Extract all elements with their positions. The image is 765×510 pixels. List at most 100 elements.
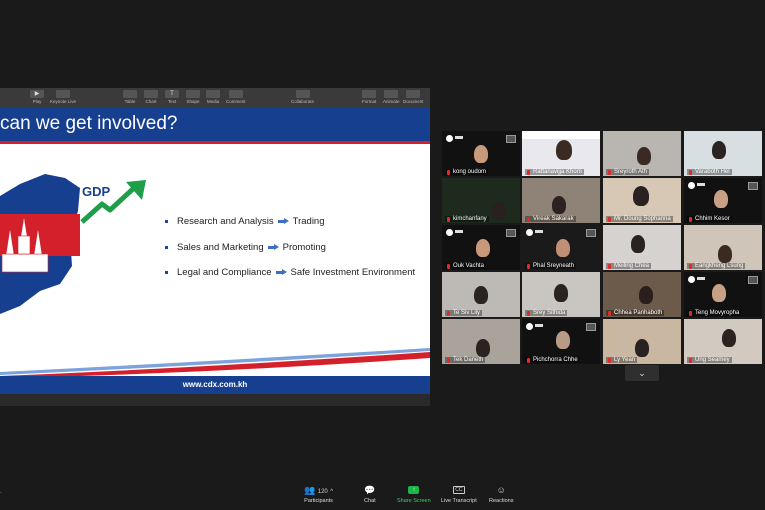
- toolbar-animate[interactable]: Animate: [383, 90, 400, 104]
- participant-face: [474, 286, 488, 304]
- toolbar-text[interactable]: T Text: [165, 90, 179, 104]
- logo-text-icon: [535, 230, 543, 233]
- participant-tile[interactable]: Tek Daneth: [442, 319, 520, 364]
- logo-text-icon: [455, 230, 463, 233]
- participant-name: Srey Sithida: [525, 310, 568, 316]
- participant-tile[interactable]: Rattanavijja Khom: [522, 131, 600, 176]
- tile-banner: [522, 131, 600, 139]
- participant-face: [714, 190, 728, 208]
- toolbar-media[interactable]: Media: [206, 90, 220, 104]
- participant-name: Tek Daneth: [445, 357, 486, 363]
- mic-muted-icon: [608, 263, 611, 269]
- logo-text-icon: [455, 136, 463, 139]
- toolbar-table[interactable]: Table: [123, 90, 137, 104]
- participant-tile[interactable]: Vireak Sakarak: [522, 178, 600, 223]
- toolbar-comment[interactable]: Comment: [226, 90, 246, 104]
- participant-tile[interactable]: Pichchorra Chhe: [522, 319, 600, 364]
- logo-icon: [446, 229, 453, 236]
- format-icon: [362, 90, 377, 98]
- participants-button[interactable]: 👥 120 ^ Participants: [304, 484, 333, 504]
- mic-muted-icon: [608, 169, 611, 175]
- mic-muted-icon: [608, 310, 611, 316]
- live-transcript-label: Live Transcript: [441, 498, 477, 504]
- chat-button[interactable]: 💬 Chat: [364, 484, 376, 504]
- mic-muted-icon: [527, 310, 530, 316]
- participant-face: [552, 196, 566, 214]
- meeting-controls-bar: 👥 120 ^ Participants 💬 Chat ↑ Share Scre…: [0, 484, 765, 510]
- caret-up-icon[interactable]: ^: [330, 489, 333, 495]
- mic-muted-icon: [527, 216, 530, 222]
- bullet-dot: [165, 220, 168, 223]
- share-screen-button[interactable]: ↑ Share Screen: [397, 484, 431, 504]
- video-thumb-icon: [506, 135, 516, 143]
- participant-tile[interactable]: Ly Yean: [603, 319, 681, 364]
- participant-tile[interactable]: Meiling Chea: [603, 225, 681, 270]
- toolbar-play[interactable]: ▶ Play: [30, 90, 44, 104]
- video-thumb-icon: [586, 323, 596, 331]
- participant-face: [637, 147, 651, 165]
- mic-muted-icon: [689, 216, 692, 222]
- logo-text-icon: [697, 277, 705, 280]
- live-transcript-button[interactable]: CC Live Transcript: [441, 484, 477, 504]
- participant-face: [476, 239, 490, 257]
- toolbar-keynote-live[interactable]: Keynote Live: [50, 90, 76, 104]
- gallery-next-page-button[interactable]: ⌄: [625, 365, 659, 381]
- participant-tile[interactable]: Chhea Panhaboth: [603, 272, 681, 317]
- participant-name: Sreyroth Ath: [606, 169, 650, 175]
- chart-icon: [144, 90, 158, 98]
- keynote-toolbar: ▶ Play Keynote Live Table Chart T Text Sha…: [0, 88, 430, 108]
- bullet-dot: [165, 246, 168, 249]
- participant-tile[interactable]: Phal Sreyneath: [522, 225, 600, 270]
- participant-face: [718, 245, 732, 263]
- mic-muted-icon: [527, 357, 530, 363]
- toolbar-shape[interactable]: Shape: [186, 90, 200, 104]
- participants-label: Participants: [304, 498, 333, 504]
- video-thumb-icon: [748, 276, 758, 284]
- participant-tile[interactable]: Teng Movyropha: [684, 272, 762, 317]
- chevron-down-icon: ⌄: [638, 368, 646, 378]
- toolbar-document[interactable]: Document: [403, 90, 424, 104]
- participant-tile[interactable]: Sreyroth Ath: [603, 131, 681, 176]
- participant-tile[interactable]: Te Siv Lily: [442, 272, 520, 317]
- participant-tile[interactable]: Srey Sithida: [522, 272, 600, 317]
- participant-name: Chhea Panhaboth: [606, 310, 665, 316]
- participant-name: Pichchorra Chhe: [525, 357, 580, 363]
- participant-tile[interactable]: Chhim Kesor: [684, 178, 762, 223]
- toolbar-chart[interactable]: Chart: [144, 90, 158, 104]
- participant-tile[interactable]: Ung Seamey: [684, 319, 762, 364]
- participant-face: [556, 140, 572, 160]
- participant-name: kimchanfany: [445, 216, 489, 222]
- participant-name: Varaboth Hel: [687, 169, 732, 175]
- participant-gallery: kong oudom Rattanavijja Khom Sreyroth At…: [442, 131, 764, 365]
- participant-name: Vireak Sakarak: [525, 216, 576, 222]
- participant-name: Mr. Doung Sophanna: [606, 216, 673, 222]
- toolbar-format[interactable]: Format: [362, 90, 376, 104]
- toolbar-collaborate[interactable]: Collaborate: [291, 90, 314, 104]
- participant-face: [476, 339, 490, 357]
- participant-tile[interactable]: Ouk Vachta: [442, 225, 520, 270]
- reactions-button[interactable]: ☺ Reactions: [489, 484, 513, 504]
- video-thumb-icon: [586, 229, 596, 237]
- growth-arrow-icon: [80, 180, 146, 224]
- participant-tile[interactable]: Varaboth Hel: [684, 131, 762, 176]
- logo-text-icon: [697, 183, 705, 186]
- mic-muted-icon: [527, 169, 530, 175]
- participant-tile[interactable]: kong oudom: [442, 131, 520, 176]
- participant-tile[interactable]: kimchanfany: [442, 178, 520, 223]
- participant-tile[interactable]: Eangkheng Lsung: [684, 225, 762, 270]
- arrow-right-icon: [277, 218, 289, 225]
- participant-face: [712, 141, 726, 159]
- collaborate-icon: [295, 90, 310, 98]
- participant-face: [556, 331, 570, 349]
- participant-name: Phal Sreyneath: [525, 263, 577, 269]
- chat-icon: 💬: [364, 485, 376, 495]
- slide-footer-swoosh: [0, 348, 430, 378]
- participant-face: [635, 339, 649, 357]
- participant-tile[interactable]: Mr. Doung Sophanna: [603, 178, 681, 223]
- mic-muted-icon: [447, 169, 450, 175]
- participant-face: [474, 145, 488, 163]
- table-icon: [123, 90, 137, 98]
- logo-icon: [688, 182, 695, 189]
- text-icon: T: [165, 90, 179, 98]
- participant-name: kong oudom: [445, 169, 489, 175]
